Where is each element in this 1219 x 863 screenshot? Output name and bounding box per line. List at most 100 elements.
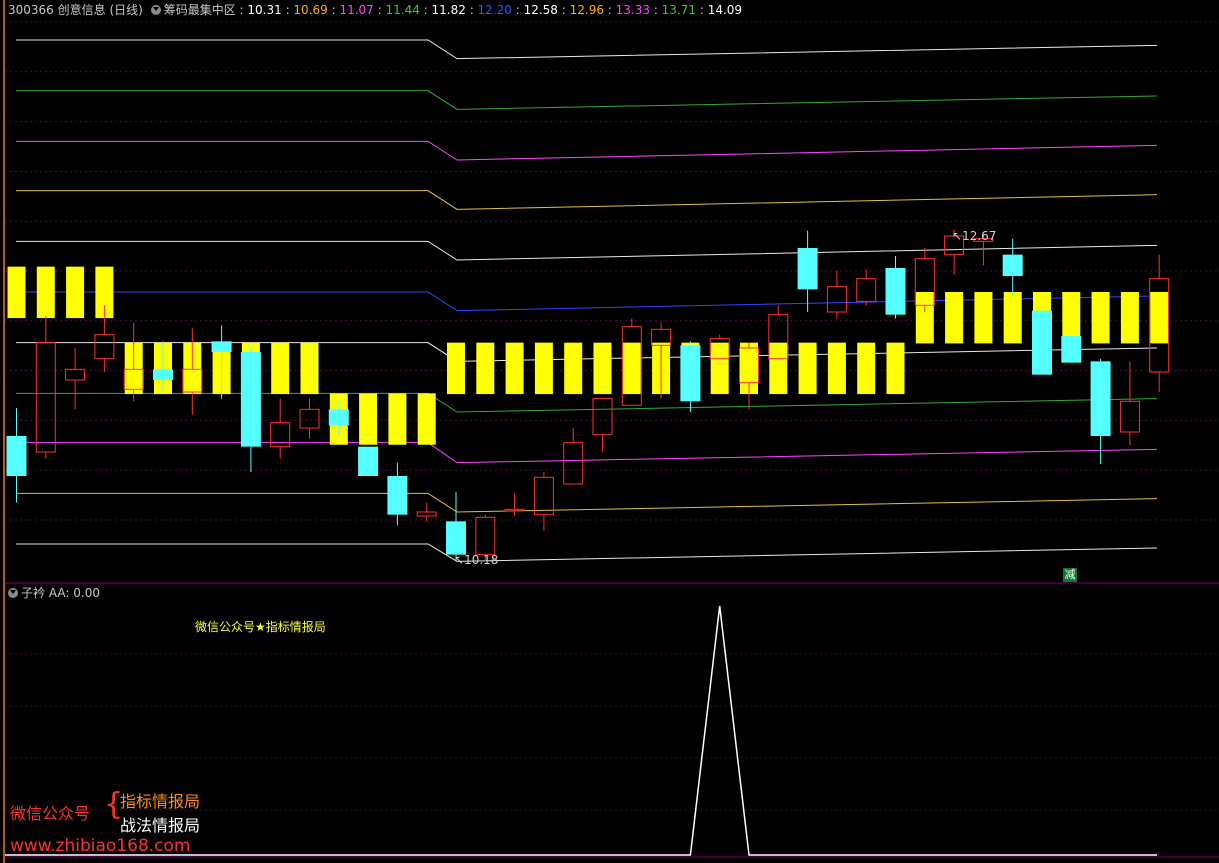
level-line-c11 <box>16 39 1158 60</box>
indicator-note: 微信公众号★指标情报局 <box>195 620 326 634</box>
chart-canvas <box>3 0 1219 863</box>
band-block <box>886 342 905 395</box>
low-price-label: ↖10.18 <box>454 553 499 567</box>
candle-body <box>240 352 261 447</box>
watermark-right-2: 战法情报局 <box>120 816 201 835</box>
candle-body <box>446 521 466 555</box>
band-block <box>1062 292 1081 344</box>
sub-indicator-name: 子衿 <box>21 586 46 600</box>
level-line-c7 <box>16 240 1158 261</box>
candle-body <box>856 278 877 302</box>
band-block <box>564 342 583 395</box>
candle-body <box>153 369 173 380</box>
level-separator: : <box>696 3 708 17</box>
band-block <box>827 342 846 395</box>
candle-body <box>358 446 379 476</box>
high-price-label: ↖12.67 <box>952 229 997 243</box>
candle-body <box>885 268 906 315</box>
candle-body <box>328 409 349 426</box>
level-separator: : <box>511 3 524 17</box>
level-separator: : <box>465 3 478 17</box>
band-block <box>300 342 319 395</box>
level-value-2: 10.69 <box>293 3 328 17</box>
band-block <box>974 292 993 344</box>
level-value-3: 11.07 <box>339 3 374 17</box>
candle-body <box>1002 254 1023 276</box>
candle-body <box>533 476 554 516</box>
candle-body <box>826 286 847 313</box>
level-value-8: 12.96 <box>569 3 604 17</box>
band-block <box>1120 292 1139 344</box>
level-value-7: 12.58 <box>523 3 558 17</box>
concentration-bands <box>7 266 1169 445</box>
watermark-url[interactable]: www.zhibiao168.com <box>10 836 190 856</box>
band-block <box>945 292 964 344</box>
candle-body <box>1119 400 1140 433</box>
level-separator: : <box>373 3 386 17</box>
band-block <box>593 342 612 395</box>
candle-body <box>1090 361 1111 436</box>
band-block <box>857 342 876 395</box>
candle-body <box>504 508 525 512</box>
level-separator: : <box>557 3 570 17</box>
signal-badge: 减 <box>1063 568 1077 582</box>
band-block <box>7 266 26 319</box>
candle-body <box>592 398 613 436</box>
candle-body <box>94 334 115 360</box>
candle-body <box>680 345 701 402</box>
level-value-5: 11.82 <box>431 3 466 17</box>
level-separator: : <box>603 3 616 17</box>
candle-body <box>299 408 320 429</box>
level-line-c9 <box>16 140 1158 161</box>
level-separator: : <box>327 3 340 17</box>
low-marker-icon: ↖ <box>454 553 465 567</box>
level-values: : 10.31 : 10.69 : 11.07 : 11.44 : 11.82 … <box>240 3 743 17</box>
main-header: 300366 创意信息 (日线) 筹码最集中区 : 10.31 : 10.69 … <box>8 1 742 19</box>
period: (日线) <box>109 3 143 17</box>
stock-code: 300366 <box>8 3 54 17</box>
dropdown-icon[interactable] <box>150 4 161 15</box>
level-line-c2 <box>16 492 1158 513</box>
level-line-c10 <box>16 90 1158 110</box>
band-block <box>505 342 524 395</box>
band-block <box>417 393 436 445</box>
level-separator: : <box>281 3 294 17</box>
dropdown-icon[interactable] <box>8 587 18 598</box>
band-block <box>271 342 290 395</box>
level-value-11: 14.09 <box>707 3 743 17</box>
level-value-10: 13.71 <box>661 3 697 17</box>
level-line-c4 <box>16 392 1158 413</box>
band-block <box>1003 292 1022 344</box>
band-block <box>769 342 788 395</box>
band-block <box>1091 292 1110 344</box>
band-block <box>66 266 85 319</box>
candles <box>6 229 1170 562</box>
band-block <box>915 292 934 344</box>
band-block <box>476 342 495 395</box>
candle-body <box>475 516 496 556</box>
band-block <box>359 393 378 445</box>
band-block <box>388 393 407 445</box>
band-block <box>447 342 465 395</box>
level-line-c1 <box>16 543 1158 562</box>
band-block <box>1150 292 1169 344</box>
candle-body <box>797 248 818 290</box>
candle-body <box>1061 336 1082 363</box>
level-value-9: 13.33 <box>615 3 650 17</box>
band-block <box>798 342 817 395</box>
stock-name: 创意信息 <box>57 3 106 17</box>
high-marker-icon: ↖ <box>952 229 963 243</box>
level-separator: : <box>650 3 662 17</box>
band-block <box>36 266 55 319</box>
band-block <box>622 342 641 395</box>
watermark-left: 微信公众号 <box>10 804 91 823</box>
level-value-1: 10.31 <box>247 3 282 17</box>
level-separator: : <box>419 3 432 17</box>
watermark-right-1: 指标情报局 <box>120 792 201 811</box>
candle-body <box>6 436 27 476</box>
level-line-c8 <box>16 190 1158 210</box>
band-block <box>534 342 553 395</box>
sub-indicator-value: AA: 0.00 <box>48 586 100 600</box>
candle-body <box>211 341 232 352</box>
candle-body <box>35 342 56 453</box>
